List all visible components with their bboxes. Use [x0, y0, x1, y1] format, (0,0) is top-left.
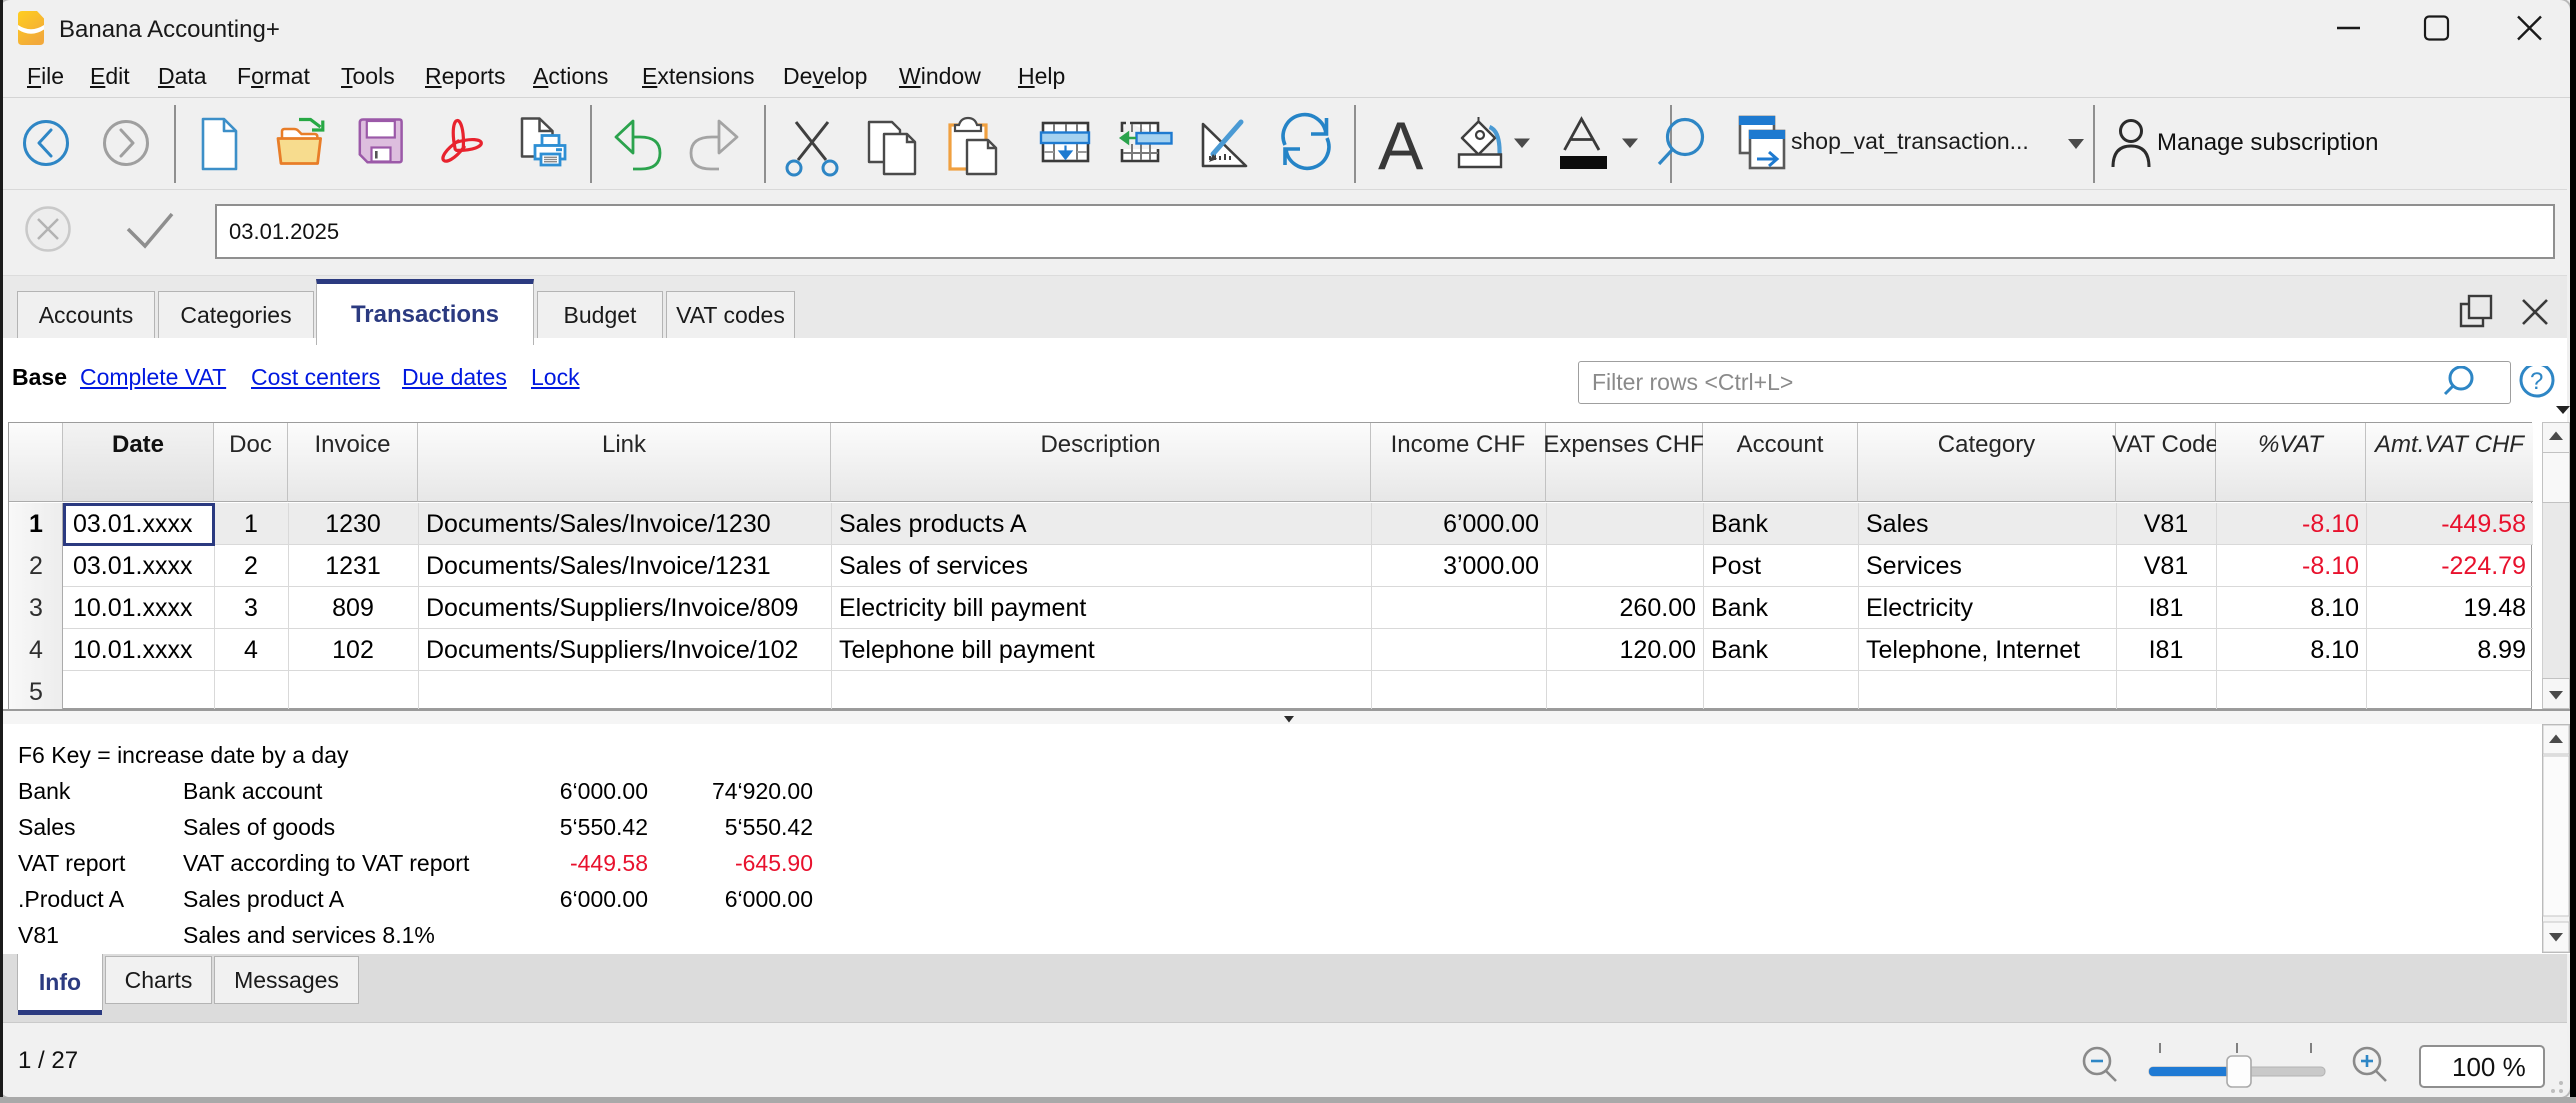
svg-text:100 %: 100 %	[2452, 1052, 2526, 1082]
svg-text:A: A	[1378, 108, 1424, 184]
svg-text:?: ?	[2530, 368, 2543, 395]
svg-text:Manage subscription: Manage subscription	[2157, 129, 2378, 156]
svg-text:shop_vat_transaction...: shop_vat_transaction...	[1791, 128, 2029, 154]
